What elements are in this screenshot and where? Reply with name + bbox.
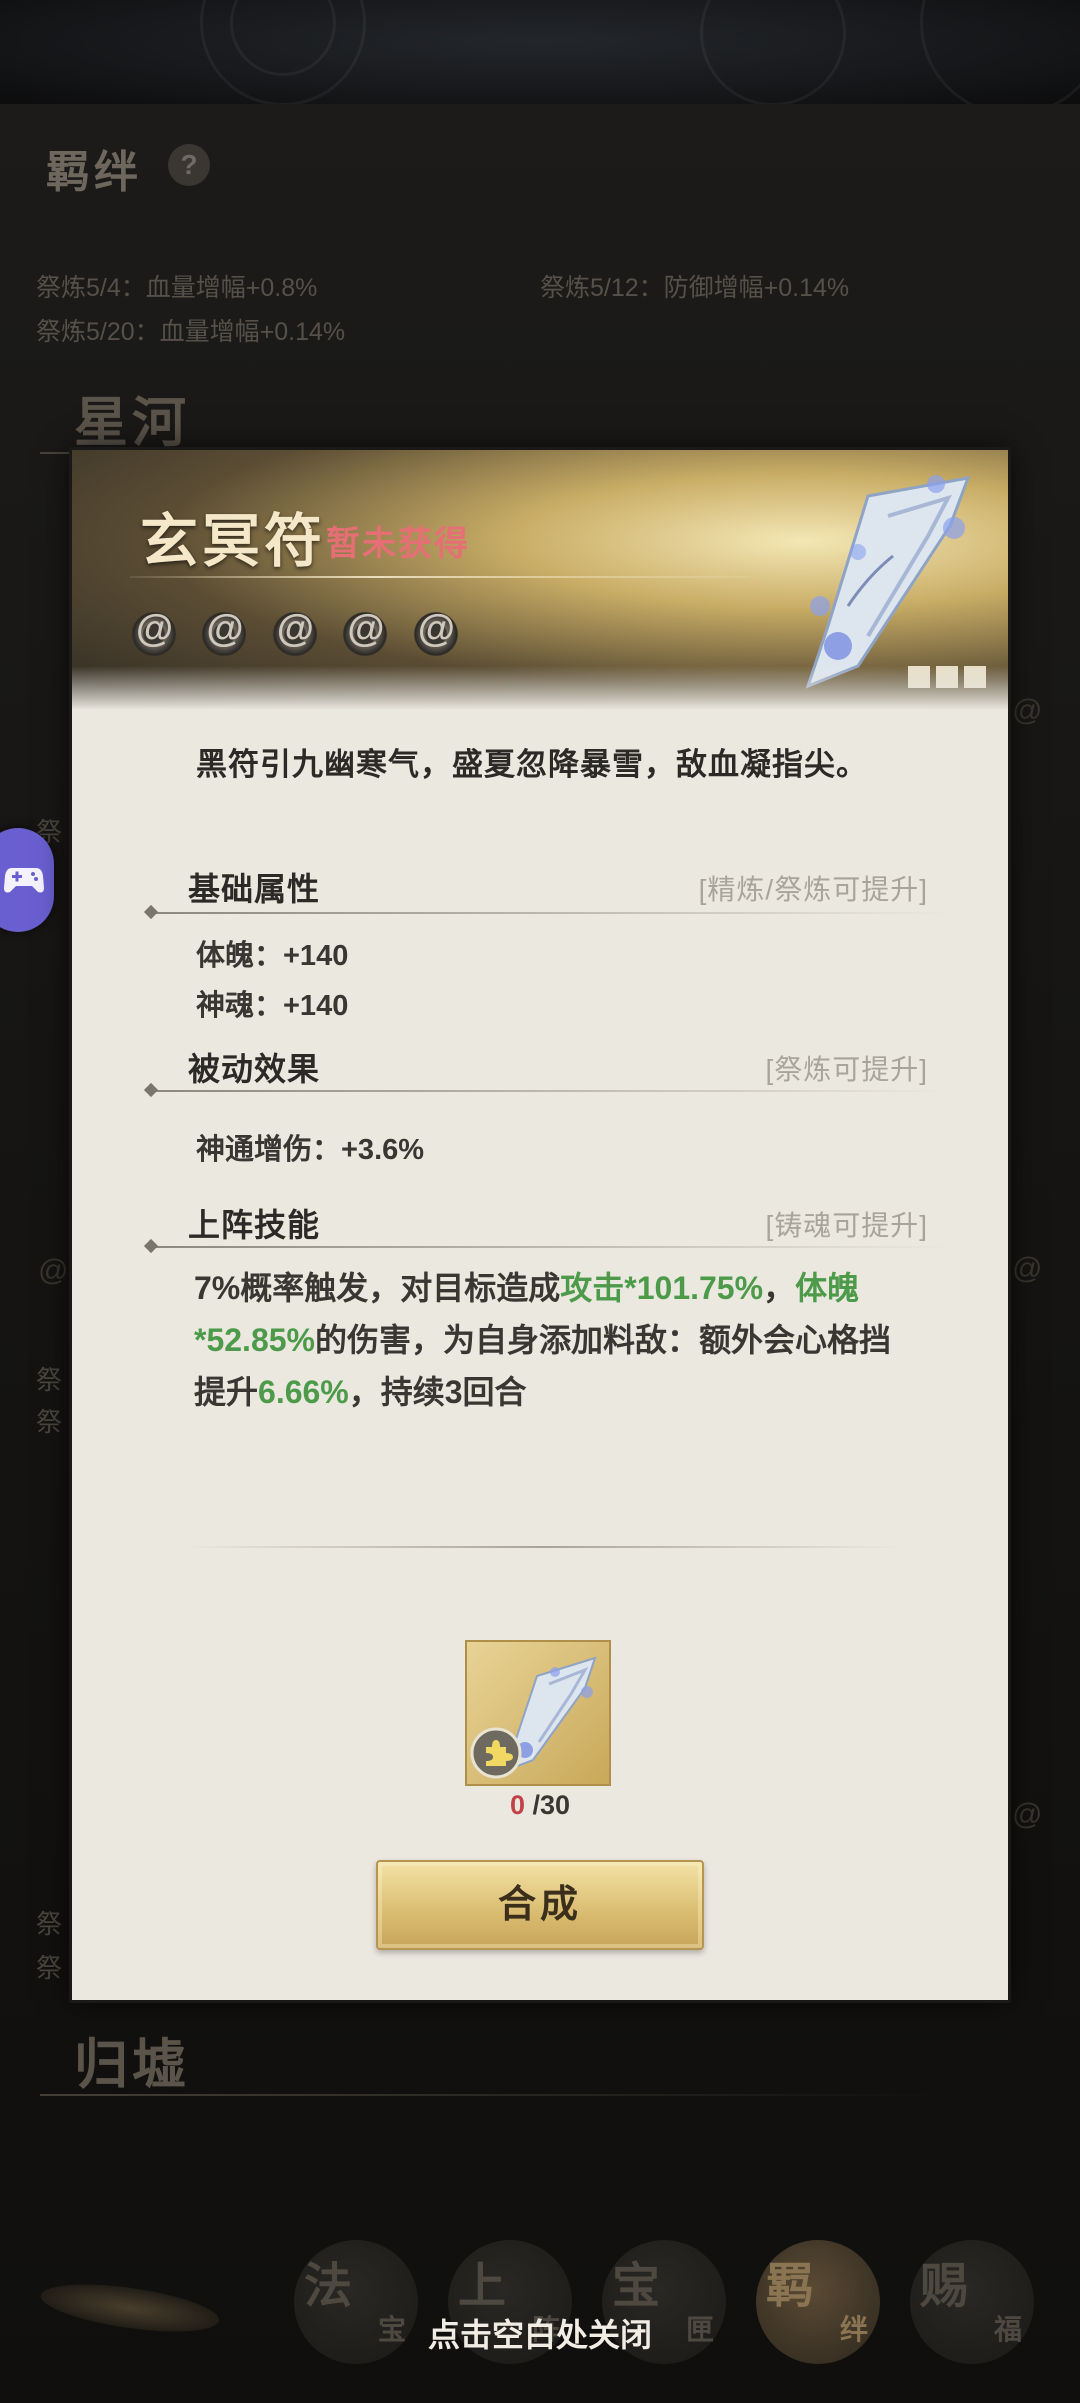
close-hint[interactable]: 点击空白处关闭 [0,2310,1080,2356]
section-title-xinghe: 星河 [74,390,190,454]
empty-star-icon [270,608,319,658]
empty-star-icon [200,608,249,658]
bond-bonus-line: 祭炼5/4：血量增幅+0.8% [36,274,318,302]
skill-text: 7%概率触发，对目标造成 [194,1270,561,1306]
header-divider [130,576,750,578]
section-divider [40,2094,940,2096]
star-rating [130,608,478,663]
empty-star-icon [341,608,390,658]
top-decorative-bar [0,0,1080,116]
nav-label: 赐 [920,2258,969,2314]
skill-text: ， [763,1270,796,1306]
section-divider [150,1246,950,1248]
bond-bonus-line: 祭炼5/20：血量增幅+0.14% [36,318,346,346]
puzzle-piece-icon [470,1727,522,1779]
background-text-fragment: 祭 [36,1407,63,1437]
floating-gamepad-button[interactable] [0,828,54,932]
skill-highlight-value: 攻击*101.75% [560,1270,764,1306]
skill-text: ，持续3回合 [348,1374,527,1410]
page-dot [964,666,986,688]
swirl-ornament-icon: @ [1012,694,1043,727]
swirl-ornament-icon: @ [38,1254,69,1287]
page-dot [936,666,958,688]
section-hint-basic-attributes: [精炼/祭炼可提升] [698,874,928,905]
empty-star-icon [130,608,178,658]
bond-bonus-line: 祭炼5/12：防御增幅+0.14% [540,274,850,302]
item-name: 玄冥符 [140,507,327,575]
fragment-count: 0 /30 [72,1790,1008,1821]
nav-label: 法 [304,2258,353,2314]
section-hint-battle-skill: [铸魂可提升] [765,1210,928,1241]
background-text-fragment: 祭 [36,1953,63,1983]
item-detail-modal: 玄冥符 暂未获得 黑符引九幽寒气，盛夏忽降暴雪，敌血凝指尖。 基础属性 [精炼/… [72,450,1008,2000]
section-title-passive-effects: 被动效果 [188,1051,321,1087]
section-divider [150,912,950,914]
background-text-fragment: 祭 [36,1909,63,1939]
fragment-required-count: /30 [532,1790,571,1820]
section-title-guixu: 归墟 [74,2032,190,2096]
fragment-owned-count: 0 [509,1790,525,1820]
section-divider [150,1090,950,1092]
section-title-battle-skill: 上阵技能 [188,1207,321,1243]
nav-label: 宝 [612,2258,661,2314]
passive-effect-row: 神通增伤：+3.6% [196,1134,425,1166]
swirl-ornament-icon: @ [1012,1252,1043,1285]
attribute-row: 体魄：+140 [196,940,349,972]
item-status-badge: 暂未获得 [326,525,470,563]
battle-skill-description: 7%概率触发，对目标造成攻击*101.75%，体魄*52.85%的伤害，为自身添… [194,1262,914,1418]
talisman-item-icon [805,475,971,689]
nav-label: 羁 [766,2258,815,2314]
item-description: 黑符引九幽寒气，盛夏忽降暴雪，敌血凝指尖。 [196,747,868,782]
page-title: 羁绊 [46,147,142,198]
gamepad-icon [4,868,44,893]
nav-label: 上 [458,2258,507,2314]
empty-star-icon [411,608,460,658]
help-icon[interactable]: ? [168,144,210,186]
background-text-fragment: 祭 [36,1365,63,1395]
page-dot [908,666,930,688]
swirl-ornament-icon: @ [1012,1798,1043,1831]
skill-highlight-value: 6.66% [258,1374,349,1410]
synthesize-button[interactable]: 合成 [376,1860,704,1950]
content-divider [182,1546,902,1548]
page-indicator [902,666,986,693]
modal-header: 玄冥符 暂未获得 [72,450,1008,710]
fragment-item-slot[interactable] [465,1640,611,1786]
attribute-row: 神魂：+140 [196,990,349,1022]
section-title-basic-attributes: 基础属性 [188,871,321,907]
section-hint-passive-effects: [祭炼可提升] [765,1054,928,1085]
